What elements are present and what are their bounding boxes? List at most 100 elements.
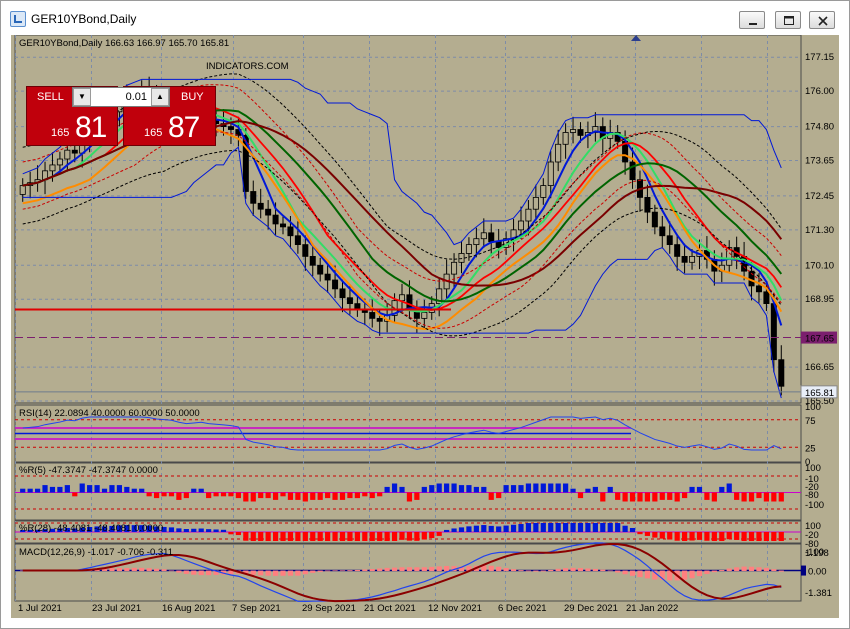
wpr5-bar xyxy=(399,486,405,493)
buy-price-prefix: 165 xyxy=(144,127,163,139)
wpr5-bar xyxy=(139,488,145,493)
close-button[interactable] xyxy=(809,11,835,29)
candle-body xyxy=(674,244,681,257)
wpr5-bar xyxy=(235,492,241,499)
wpr5-bar xyxy=(748,492,755,502)
wpr5-bar xyxy=(563,483,569,493)
wpr28-bar xyxy=(585,523,591,532)
candle-body xyxy=(451,261,458,275)
wpr28-bar xyxy=(689,532,695,541)
candle-body xyxy=(689,256,696,263)
wpr5-bar xyxy=(659,492,665,500)
wpr5-bar xyxy=(607,486,613,493)
wpr5-bar xyxy=(481,486,487,493)
lot-size-stepper[interactable]: ▼ 0.01 ▲ xyxy=(72,87,170,107)
candle-body xyxy=(265,208,272,216)
candle-body xyxy=(302,244,309,257)
wpr5-bar xyxy=(704,492,710,500)
macd-histogram-bar xyxy=(622,570,628,575)
macd-histogram-bar xyxy=(644,570,651,579)
candle-body xyxy=(540,185,547,198)
wpr28-bar xyxy=(362,532,368,541)
candle-body xyxy=(547,161,554,186)
wpr5-bar xyxy=(711,492,717,502)
lot-increase-button[interactable]: ▲ xyxy=(151,88,169,106)
candle-body xyxy=(332,279,339,290)
wpr5-bar xyxy=(220,492,227,497)
wpr5-bar xyxy=(592,486,598,493)
macd-histogram-bar xyxy=(377,568,383,572)
wpr28-bar xyxy=(667,532,673,540)
wpr28-bar xyxy=(369,532,375,541)
wpr28-bar xyxy=(265,532,271,541)
one-click-trading-panel: SELL 165 81 BUY 165 87 ▼ 0.01 ▲ xyxy=(26,86,216,146)
title-bar[interactable]: GER10YBond,Daily xyxy=(1,1,849,35)
chart-area[interactable]: 177.15 176.00 174.80 173.65 172.45 171.30 170.… xyxy=(11,35,839,618)
minimize-button[interactable] xyxy=(739,11,765,29)
sell-price-digits: 81 xyxy=(75,111,107,144)
wpr28-bar xyxy=(377,532,383,541)
macd-histogram-bar xyxy=(310,570,316,573)
macd-histogram-bar xyxy=(362,569,368,572)
wpr5-bar xyxy=(741,492,747,502)
wpr28-bar xyxy=(696,532,703,540)
maximize-icon xyxy=(784,16,794,25)
lot-size-input[interactable]: 0.01 xyxy=(95,91,147,103)
macd-histogram-bar xyxy=(734,567,740,572)
x-axis-label: 7 Sep 2021 xyxy=(232,603,281,614)
wpr28-bar xyxy=(555,523,561,532)
wpr28-bar xyxy=(644,532,651,536)
macd-label: MACD(12,26,9) -1.017 -0.706 -0.311 xyxy=(19,547,173,558)
wpr5-bar xyxy=(332,492,338,500)
candle-body xyxy=(376,317,383,322)
wpr28-bar xyxy=(763,532,770,541)
wpr5-bar xyxy=(265,492,271,499)
rsi-axis-label: 75 xyxy=(805,416,816,427)
wpr28-bar xyxy=(741,532,747,541)
minimize-icon xyxy=(749,23,757,25)
candle-body xyxy=(369,312,376,319)
wpr28-bar xyxy=(429,532,435,539)
wpr28-bar xyxy=(250,532,256,541)
macd-histogram-bar xyxy=(280,570,286,576)
candle-body xyxy=(562,132,569,145)
wpr28-bar xyxy=(466,526,472,532)
x-axis-label: 1 Jul 2021 xyxy=(18,603,62,614)
macd-histogram-bar xyxy=(711,570,717,573)
candle-body xyxy=(56,158,63,166)
wpr28-bar xyxy=(711,532,717,541)
wpr5-bar xyxy=(101,488,108,493)
wpr5-bar xyxy=(272,492,279,500)
candle-body xyxy=(294,235,301,246)
lot-decrease-button[interactable]: ▼ xyxy=(73,88,91,106)
x-axis-label: 16 Aug 2021 xyxy=(162,603,215,614)
macd-histogram-bar xyxy=(406,567,413,572)
wpr28-bar xyxy=(421,532,427,540)
macd-histogram-bar xyxy=(332,570,338,572)
wpr5-bar xyxy=(377,492,383,497)
chart-window-icon xyxy=(10,11,26,27)
wpr5-bar xyxy=(719,486,725,493)
wpr5-bar xyxy=(644,492,651,502)
wpr28-bar xyxy=(778,532,784,541)
wpr28-bar xyxy=(220,529,227,532)
rsi-label: RSI(14) 22.0894 40.0000 60.0000 50.0000 xyxy=(19,408,200,419)
macd-histogram-bar xyxy=(414,567,420,572)
maximize-button[interactable] xyxy=(775,11,801,29)
wpr28-bar xyxy=(168,527,175,532)
wpr5-bar xyxy=(540,483,546,493)
wpr28-bar xyxy=(510,524,517,532)
candle-body xyxy=(755,285,762,293)
wpr28-bar xyxy=(771,532,777,541)
candle-body xyxy=(398,294,406,302)
candle-body xyxy=(666,235,673,246)
wpr28-bar xyxy=(354,532,360,541)
wpr28-label: %R(28) -48.4081 -48.4081 0.0000 xyxy=(19,523,163,534)
wpr5-bar xyxy=(228,492,234,497)
candle-body xyxy=(577,129,584,136)
macd-zero-marker xyxy=(801,565,806,576)
macd-histogram-bar xyxy=(689,570,695,579)
x-axis-label: 6 Dec 2021 xyxy=(498,603,547,614)
wpr28-bar xyxy=(577,523,584,532)
wpr5-bar xyxy=(64,485,70,493)
